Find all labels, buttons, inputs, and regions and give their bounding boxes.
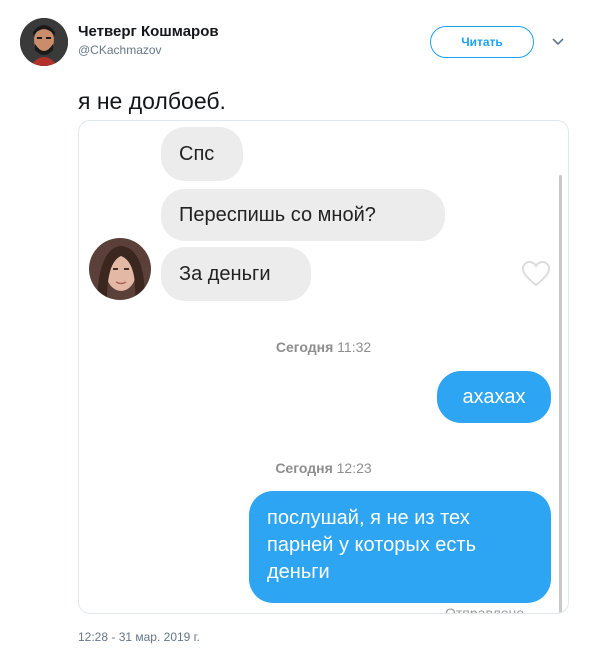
author-handle[interactable]: @CKachmazov xyxy=(78,42,219,58)
chat-timestamp: Сегодня 12:23 xyxy=(79,460,568,476)
sent-status: Отправлено xyxy=(445,605,525,614)
incoming-message: Переспишь со мной? xyxy=(161,189,445,241)
timestamp-day: Сегодня xyxy=(275,339,334,355)
incoming-message: Спс xyxy=(161,127,243,181)
timestamp-day: Сегодня xyxy=(275,460,333,476)
author-block[interactable]: Четверг Кошмаров @CKachmazov xyxy=(78,22,219,58)
outgoing-message: ахахах xyxy=(437,371,551,423)
tweet-text: я не долбоеб. xyxy=(78,88,226,114)
chat-screenshot[interactable]: Спс Переспишь со мной? За деньги Сегодня… xyxy=(78,120,569,614)
chat-timestamp: Сегодня 11:32 xyxy=(79,339,568,355)
follow-button[interactable]: Читать xyxy=(430,26,534,58)
timestamp-time: 12:23 xyxy=(336,460,372,476)
tweet-timestamp[interactable]: 12:28 - 31 мар. 2019 г. xyxy=(78,630,200,644)
author-avatar[interactable] xyxy=(20,18,68,66)
incoming-message: За деньги xyxy=(161,247,311,301)
author-name[interactable]: Четверг Кошмаров xyxy=(78,22,219,42)
sender-avatar xyxy=(89,238,151,300)
scrollbar xyxy=(559,175,562,613)
timestamp-time: 11:32 xyxy=(337,339,372,355)
outgoing-message: послушай, я не из тех парней у которых е… xyxy=(249,491,551,603)
heart-icon[interactable] xyxy=(521,260,551,287)
tweet: Четверг Кошмаров @CKachmazov Читать я не… xyxy=(0,0,600,651)
caret-down-icon[interactable] xyxy=(550,34,566,50)
